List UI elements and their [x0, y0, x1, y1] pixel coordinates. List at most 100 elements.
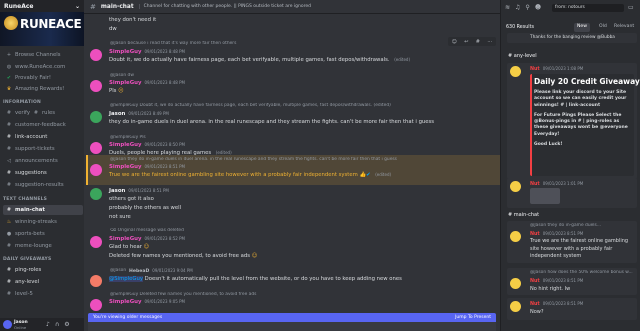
sidebar-item-winning-streaks[interactable]: ♨ winning-streaks: [3, 217, 83, 227]
chevron-down-icon[interactable]: ⌄: [75, 3, 80, 10]
author-name[interactable]: Nut: [530, 232, 540, 237]
sidebar-item-level-5[interactable]: # level-5: [3, 289, 83, 299]
sidebar-item-suggestions[interactable]: # suggestions: [3, 168, 83, 178]
avatar[interactable]: [90, 275, 102, 287]
avatar[interactable]: [90, 49, 102, 61]
sort-old[interactable]: Old: [596, 23, 610, 32]
members-icon[interactable]: ☻: [535, 4, 541, 11]
reply-preview[interactable]: @Jason dw: [110, 73, 134, 78]
author-name[interactable]: Nut: [530, 67, 540, 72]
author-name[interactable]: SimpleGuy: [109, 49, 142, 55]
smile-emoji-icon: ☺: [143, 244, 150, 250]
author-name[interactable]: SimpleGuy: [109, 236, 142, 242]
image-attachment[interactable]: [530, 188, 560, 204]
avatar[interactable]: [90, 142, 102, 154]
thread-icon[interactable]: #: [476, 39, 480, 45]
embed-line: winnings! # | link-account: [534, 102, 601, 108]
sidebar-item-sports-bets[interactable]: ● sports-bets: [3, 229, 83, 239]
headphones-icon[interactable]: ∩: [55, 321, 59, 328]
gear-icon[interactable]: ⚙: [64, 321, 69, 328]
author-name[interactable]: Jason: [109, 111, 125, 117]
author-name[interactable]: HebeaD: [129, 269, 149, 274]
author-name[interactable]: SimpleGuy: [109, 80, 142, 86]
avatar[interactable]: [90, 236, 102, 248]
reply-preview[interactable]: @SimpleGuy Deleted few names you mention…: [110, 292, 490, 297]
avatar[interactable]: [510, 231, 521, 242]
avatar[interactable]: [510, 278, 521, 289]
author-name[interactable]: SimpleGuy: [109, 142, 142, 148]
sort-relevant[interactable]: Relevant: [611, 23, 637, 32]
reply-preview[interactable]: @Jason because i read that it's way more…: [110, 41, 440, 46]
avatar[interactable]: [3, 320, 12, 329]
reply-preview[interactable]: @Jason they do in-game duels in duel are…: [110, 157, 490, 162]
timestamp: 09/01/2023 9:04 PM: [152, 268, 193, 273]
message-text: Pls ☹: [109, 87, 124, 95]
avatar[interactable]: [90, 80, 102, 92]
bell-icon[interactable]: ♫: [515, 4, 520, 11]
older-messages-label: You're viewing older messages: [93, 315, 163, 320]
author-name[interactable]: Nut: [530, 302, 540, 307]
server-header[interactable]: RuneAce ⌄: [0, 0, 84, 12]
sidebar-item-meme-lounge[interactable]: # meme-lounge: [3, 241, 83, 251]
avatar[interactable]: [90, 164, 102, 176]
avatar[interactable]: [90, 188, 102, 200]
message-body: Doubt it, we do actually have fairness p…: [109, 57, 390, 63]
sidebar-item-any-level[interactable]: # any-level: [3, 277, 83, 287]
user-mention[interactable]: @SimpleGuy: [109, 276, 143, 282]
sidebar-item-suggestion-results[interactable]: # suggestion-results: [3, 180, 83, 190]
sidebar-item-link-account[interactable]: # link-account: [3, 132, 83, 142]
sidebar-item-browse-channels[interactable]: + Browse Channels: [3, 50, 83, 60]
hash-icon: #: [6, 243, 12, 249]
avatar[interactable]: [90, 111, 102, 123]
jump-to-present-button[interactable]: Jump To Present: [455, 315, 491, 320]
message-header: SimpleGuy 09/01/2023 8:50 PM: [109, 142, 185, 148]
reply-icon[interactable]: ↩: [464, 39, 468, 45]
timestamp: 09/01/2023 8:51 PM: [144, 164, 185, 169]
message-toolbar: ☺ ↩ # ⋯: [448, 37, 496, 46]
sidebar-item-website[interactable]: ◍ www.RuneAce.com: [3, 62, 83, 72]
category-information[interactable]: INFORMATION: [3, 100, 41, 105]
sidebar-item-announcements[interactable]: ◁ announcements: [3, 156, 83, 166]
author-name[interactable]: Nut: [530, 279, 540, 284]
pin-icon[interactable]: ⚲: [525, 4, 529, 11]
reply-preview: @Jason they do in-game duels...: [530, 223, 602, 228]
result-channel[interactable]: # any-level: [508, 53, 537, 59]
category-text-channels[interactable]: TEXT CHANNELS: [3, 197, 47, 202]
sort-new[interactable]: New: [574, 23, 591, 32]
result-channel[interactable]: # main-chat: [508, 212, 539, 218]
sidebar-item-provably-fair[interactable]: ✔ Provably Fair!: [3, 73, 83, 83]
sad-emoji-icon: ☹: [118, 88, 124, 94]
search-input[interactable]: from: notours: [552, 4, 624, 12]
older-messages-bar[interactable]: You're viewing older messages Jump To Pr…: [88, 313, 496, 322]
channel-topic[interactable]: Channel for chatting with other people. …: [138, 4, 311, 9]
sidebar-item-label: Amazing Rewards!: [15, 86, 65, 92]
avatar[interactable]: [510, 301, 521, 312]
reply-preview[interactable]: @SimpleGuy Pls: [110, 135, 146, 140]
timestamp: 09/01/2023 1:08 PM: [542, 66, 584, 71]
message-input[interactable]: [88, 322, 496, 331]
author-name[interactable]: Nut: [530, 182, 540, 187]
sidebar-item-main-chat[interactable]: # main-chat: [3, 205, 83, 215]
avatar[interactable]: [510, 181, 521, 192]
inbox-icon[interactable]: ▭: [628, 4, 634, 11]
author-name[interactable]: SimpleGuy: [109, 299, 142, 305]
sidebar-item-customer-feedback[interactable]: # customer-feedback: [3, 120, 83, 130]
sidebar-item-verify[interactable]: # verify # rules: [3, 108, 83, 118]
sidebar-item-support-tickets[interactable]: # support-tickets: [3, 144, 83, 154]
sidebar-item-rewards[interactable]: ♛ Amazing Rewards!: [3, 84, 83, 94]
sidebar-item-label: main-chat: [15, 207, 45, 213]
reply-preview[interactable]: @SimpleGuy Doubt it, we do actually have…: [110, 103, 490, 108]
message-body: Glad to hear: [109, 244, 142, 250]
avatar[interactable]: [90, 299, 102, 311]
timestamp: 09/01/2023 9:05 PM: [144, 299, 185, 304]
sidebar-item-ping-roles[interactable]: # ping-roles: [3, 265, 83, 275]
avatar[interactable]: [510, 66, 521, 77]
microphone-icon[interactable]: ♪: [46, 321, 50, 328]
threads-icon[interactable]: ≋: [505, 4, 510, 11]
author-name[interactable]: Jason: [109, 188, 125, 194]
category-daily-giveaways[interactable]: DAILY GIVEAWAYS: [3, 257, 51, 262]
message-text: Glad to hear ☺: [109, 243, 149, 251]
author-name[interactable]: SimpleGuy: [109, 164, 142, 170]
more-icon[interactable]: ⋯: [487, 39, 492, 45]
reaction-icon[interactable]: ☺: [452, 39, 457, 45]
